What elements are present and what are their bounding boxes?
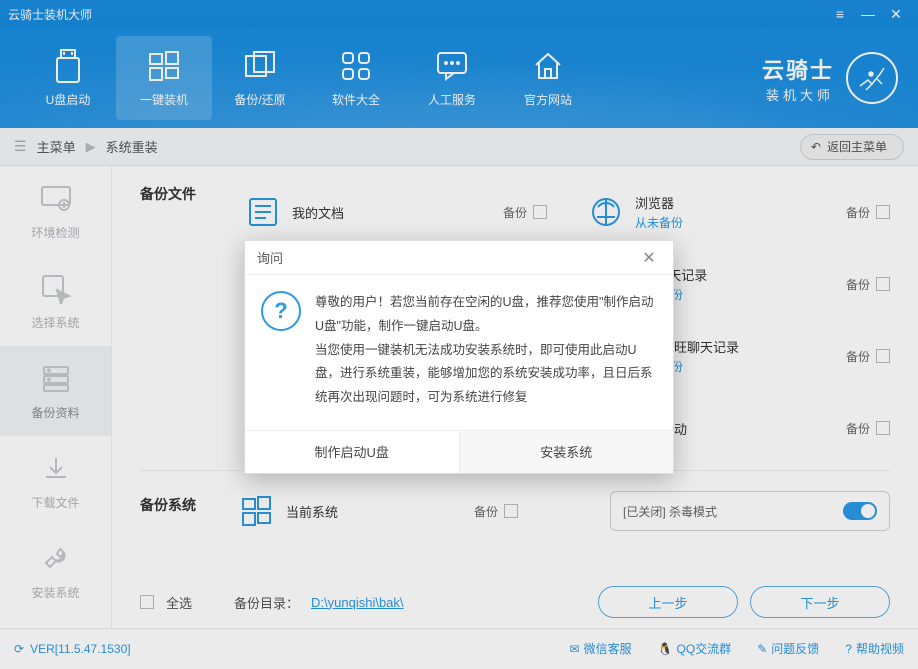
modal-overlay: 询问 ✕ ? 尊敬的用户！若您当前存在空闲的U盘，推荐您使用"制作启动U盘"功能… bbox=[0, 0, 918, 669]
dialog-header: 询问 ✕ bbox=[245, 241, 673, 275]
dialog-message: 尊敬的用户！若您当前存在空闲的U盘，推荐您使用"制作启动U盘"功能，制作一键启动… bbox=[315, 291, 657, 410]
dialog-make-usb-button[interactable]: 制作启动U盘 bbox=[245, 431, 459, 473]
dialog: 询问 ✕ ? 尊敬的用户！若您当前存在空闲的U盘，推荐您使用"制作启动U盘"功能… bbox=[244, 240, 674, 474]
dialog-title: 询问 bbox=[257, 248, 283, 267]
dialog-install-button[interactable]: 安装系统 bbox=[459, 431, 674, 473]
question-icon: ? bbox=[261, 291, 301, 331]
dialog-body: ? 尊敬的用户！若您当前存在空闲的U盘，推荐您使用"制作启动U盘"功能，制作一键… bbox=[245, 275, 673, 430]
dialog-close-button[interactable]: ✕ bbox=[637, 246, 661, 270]
dialog-footer: 制作启动U盘 安装系统 bbox=[245, 430, 673, 473]
